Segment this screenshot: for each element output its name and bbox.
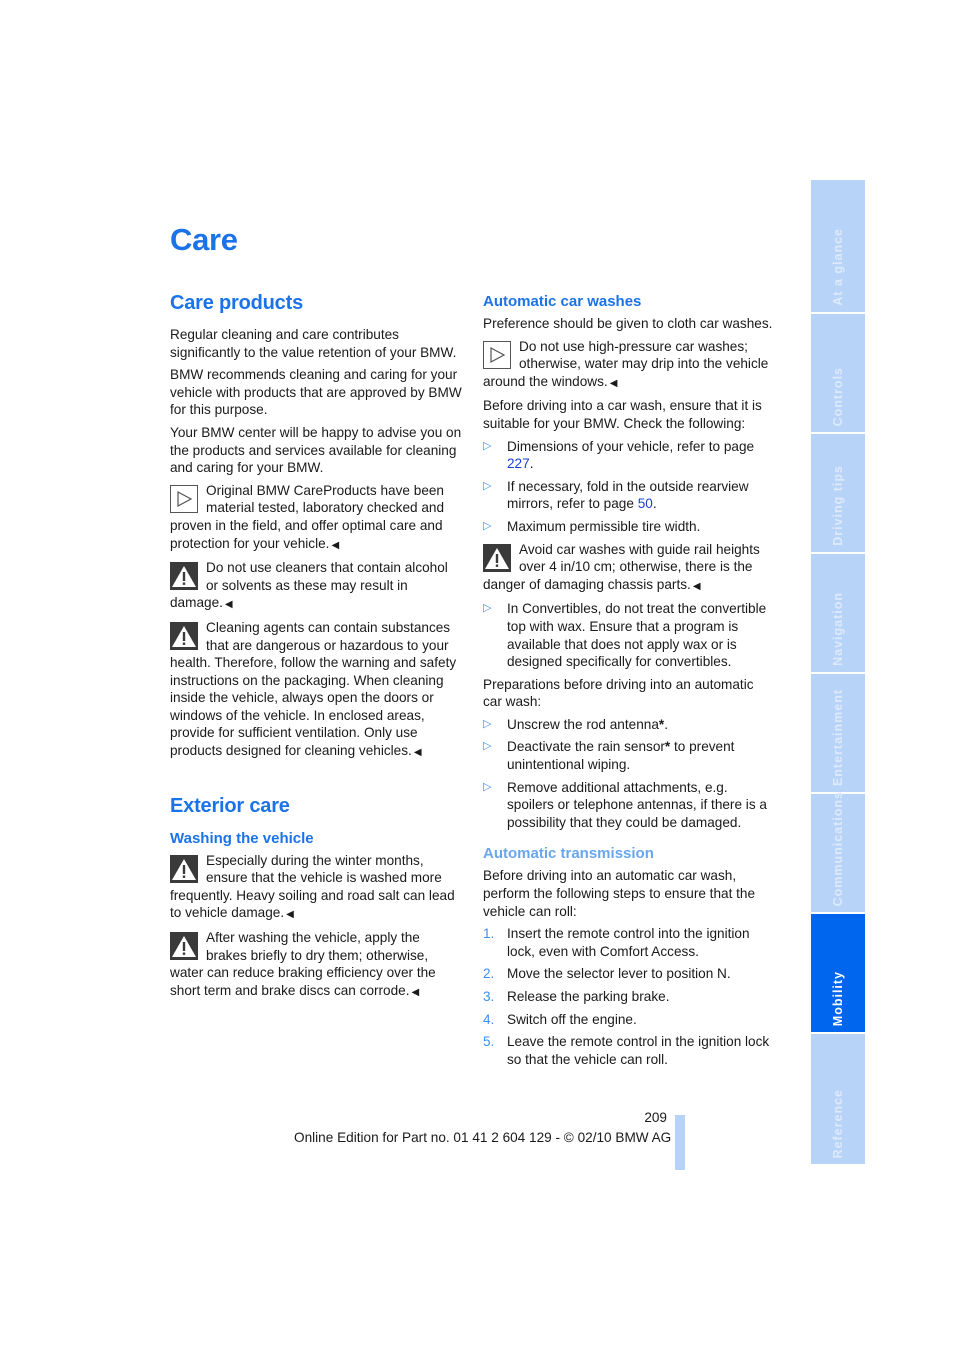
tab-controls[interactable]: Controls (811, 314, 865, 432)
note-block: Original BMW CareProducts have been mate… (170, 482, 462, 554)
list-item: ▷ Unscrew the rod antenna*. (483, 716, 668, 732)
page-marker-bar (675, 1115, 685, 1170)
bullet-triangle-icon: ▷ (483, 780, 492, 793)
warning-text: Do not use cleaners that contain alcohol… (170, 560, 448, 611)
note-triangle-icon (483, 340, 511, 369)
bullet-triangle-icon: ▷ (483, 519, 492, 532)
list-item: 1. Insert the remote control into the ign… (483, 926, 750, 959)
warning-icon (170, 562, 198, 591)
edition-text: Online Edition for Part no. 01 41 2 604 … (294, 1130, 672, 1145)
warning-text: Cleaning agents can contain substances t… (170, 619, 457, 759)
paragraph: Regular cleaning and care contributes si… (170, 327, 457, 360)
warning-icon (170, 854, 198, 883)
tab-navigation[interactable]: Navigation (811, 554, 865, 672)
list-item: ▷ If necessary, fold in the outside rear… (483, 478, 749, 512)
right-column: Automatic car washes Preference should b… (483, 292, 775, 1073)
bullet-triangle-icon: ▷ (483, 740, 492, 753)
step-number: 4. (483, 1011, 495, 1027)
tab-at-a-glance[interactable]: At a glance (811, 180, 865, 312)
end-mark-icon: ◀ (286, 909, 294, 921)
list-item: 4. Switch off the engine. (483, 1011, 637, 1027)
warning-text: After washing the vehicle, apply the bra… (170, 930, 436, 998)
warning-block: Do not use cleaners that contain alcohol… (170, 559, 462, 614)
list-item: ▷ Deactivate the rain sensor* to prevent… (483, 739, 735, 773)
list-item: ▷ Dimensions of your vehicle, refer to p… (483, 438, 755, 472)
warning-text: Especially during the winter months, ens… (170, 852, 455, 921)
list-item: ▷ Maximum permissible tire width. (483, 518, 701, 534)
paragraph: Before driving into an automatic car was… (483, 868, 756, 919)
end-mark-icon: ◀ (609, 377, 618, 389)
paragraph: Preference should be given to cloth car … (483, 316, 773, 331)
tab-entertainment[interactable]: Entertainment (811, 674, 865, 792)
end-mark-icon: ◀ (411, 986, 420, 998)
automatic-transmission-heading: Automatic transmission (483, 845, 654, 863)
list-item: 5. Leave the remote control in the igniti… (483, 1034, 770, 1067)
page-link[interactable]: 50 (638, 496, 653, 511)
page-link[interactable]: 227 (507, 456, 530, 471)
exterior-care-heading: Exterior care (170, 794, 290, 817)
list-item: 2. Move the selector lever to position N. (483, 966, 731, 982)
tab-mobility[interactable]: Mobility (811, 914, 865, 1032)
bullet-triangle-icon: ▷ (483, 717, 492, 730)
paragraph: Your BMW center will be happy to advise … (170, 424, 462, 476)
tab-reference[interactable]: Reference (811, 1034, 865, 1164)
step-number: 5. (483, 1034, 495, 1050)
end-mark-icon: ◀ (331, 539, 340, 551)
note-text: Do not use high-pressure car washes; oth… (483, 338, 769, 389)
steps-list: 1. Insert the remote control into the ign… (483, 925, 775, 1068)
care-products-heading: Care products (170, 292, 303, 314)
tab-communications[interactable]: Communications (811, 791, 865, 912)
bullet-triangle-icon: ▷ (483, 439, 492, 452)
list-item: ▷ Remove additional attachments, e.g. sp… (483, 779, 767, 830)
page-number: 209 (644, 1110, 667, 1125)
warning-block: Avoid car washes with guide rail heights… (483, 541, 775, 596)
check-list: ▷ Dimensions of your vehicle, refer to p… (483, 438, 775, 536)
paragraph: Preparations before driving into an auto… (483, 676, 754, 710)
step-number: 1. (483, 926, 495, 942)
paragraph: BMW recommends cleaning and caring for y… (170, 367, 462, 418)
tab-driving-tips[interactable]: Driving tips (811, 434, 865, 552)
preparation-list: ▷ Unscrew the rod antenna*. ▷ Deactivate… (483, 716, 775, 832)
end-mark-icon: ◀ (224, 599, 233, 611)
step-number: 2. (483, 966, 495, 982)
warning-icon (483, 543, 511, 572)
warning-text: Avoid car washes with guide rail heights… (483, 541, 760, 592)
bullet-triangle-icon: ▷ (483, 602, 492, 615)
note-text: Original BMW CareProducts have been mate… (170, 482, 445, 551)
list-item: ▷ In Convertibles, do not treat the conv… (483, 601, 767, 670)
chapter-tabs: At a glance Controls Driving tips Naviga… (811, 180, 865, 1164)
end-mark-icon: ◀ (413, 747, 422, 759)
left-column: Care products Regular cleaning and care … (170, 290, 462, 1006)
paragraph: Before driving into a car wash, ensure t… (483, 398, 762, 431)
step-number: 3. (483, 989, 495, 1004)
washing-vehicle-heading: Washing the vehicle (170, 829, 314, 847)
warning-icon (170, 621, 198, 650)
warning-block: Cleaning agents can contain substances t… (170, 619, 462, 762)
bullet-triangle-icon: ▷ (483, 479, 492, 492)
page-title: Care (170, 222, 238, 257)
list-item: 3. Release the parking brake. (483, 989, 670, 1004)
warning-icon (170, 932, 198, 961)
note-block: Do not use high-pressure car washes; oth… (483, 338, 775, 393)
note-triangle-icon (170, 484, 198, 513)
convertible-list: ▷ In Convertibles, do not treat the conv… (483, 600, 775, 670)
automatic-car-washes-heading: Automatic car washes (483, 293, 642, 310)
warning-block: After washing the vehicle, apply the bra… (170, 929, 462, 1001)
warning-block: Especially during the winter months, ens… (170, 852, 462, 924)
end-mark-icon: ◀ (692, 580, 701, 592)
